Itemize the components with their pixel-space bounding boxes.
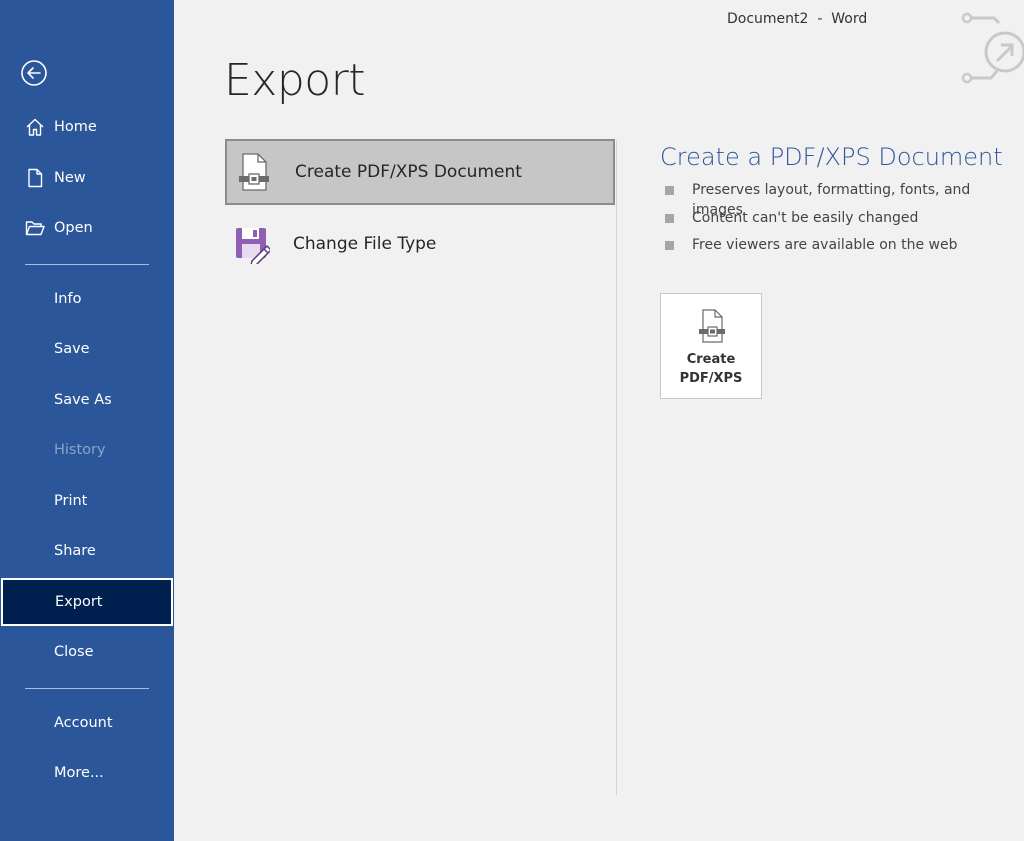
nav-home[interactable]: Home	[0, 104, 174, 150]
pane-divider	[616, 140, 617, 795]
pdf-document-icon	[239, 153, 269, 191]
nav-separator	[25, 264, 149, 265]
nav-more-label: More...	[54, 765, 104, 781]
nav-share[interactable]: Share	[0, 528, 174, 574]
option-create-pdf-xps[interactable]: Create PDF/XPS Document	[225, 139, 615, 205]
nav-info-label: Info	[54, 291, 82, 307]
nav-account[interactable]: Account	[0, 700, 174, 746]
feature-list: Preserves layout, formatting, fonts, and…	[665, 180, 1024, 263]
option-change-file-type[interactable]: Change File Type	[225, 211, 615, 277]
option-change-file-type-label: Change File Type	[293, 234, 437, 254]
circuit-decoration-icon	[961, 12, 1024, 84]
pdf-document-icon	[699, 309, 725, 343]
nav-history-label: History	[54, 442, 106, 458]
create-pdf-xps-button-label: Create PDF/XPS	[661, 350, 761, 388]
nav-history: History	[0, 427, 174, 473]
create-pdf-xps-button-line2: PDF/XPS	[679, 371, 743, 386]
nav-close[interactable]: Close	[0, 629, 174, 675]
create-pdf-xps-button-line1: Create	[686, 352, 736, 367]
nav-print-label: Print	[54, 493, 88, 509]
nav-save[interactable]: Save	[0, 326, 174, 372]
nav-info[interactable]: Info	[0, 276, 174, 322]
nav-export-label: Export	[55, 594, 103, 610]
create-pdf-xps-button[interactable]: Create PDF/XPS	[660, 293, 762, 399]
nav-save-label: Save	[54, 341, 90, 357]
back-arrow-icon	[21, 60, 47, 86]
back-button[interactable]	[20, 59, 48, 87]
nav-more[interactable]: More...	[0, 750, 174, 796]
nav-open-label: Open	[54, 220, 93, 236]
nav-close-label: Close	[54, 644, 94, 660]
nav-print[interactable]: Print	[0, 478, 174, 524]
nav-new-label: New	[54, 170, 86, 186]
list-item: Free viewers are available on the web	[665, 235, 1024, 263]
home-icon	[26, 118, 44, 136]
nav-home-label: Home	[54, 119, 97, 135]
new-document-icon	[28, 168, 43, 188]
nav-separator	[25, 688, 149, 689]
window-title: Document2 - Word	[727, 11, 868, 27]
option-create-pdf-xps-label: Create PDF/XPS Document	[295, 162, 522, 182]
nav-export[interactable]: Export	[1, 578, 173, 626]
save-as-type-icon	[236, 228, 270, 264]
backstage-sidebar: Home New Open Info Save Save As History …	[0, 0, 174, 841]
nav-open[interactable]: Open	[0, 205, 174, 251]
nav-save-as-label: Save As	[54, 392, 112, 408]
nav-account-label: Account	[54, 715, 113, 731]
page-title: Export	[224, 55, 366, 106]
nav-share-label: Share	[54, 543, 96, 559]
list-item: Content can't be easily changed	[665, 208, 1024, 236]
nav-save-as[interactable]: Save As	[0, 377, 174, 423]
open-folder-icon	[25, 221, 45, 236]
detail-title: Create a PDF/XPS Document	[660, 143, 1003, 171]
nav-new[interactable]: New	[0, 155, 174, 201]
list-item: Preserves layout, formatting, fonts, and…	[665, 180, 1024, 218]
